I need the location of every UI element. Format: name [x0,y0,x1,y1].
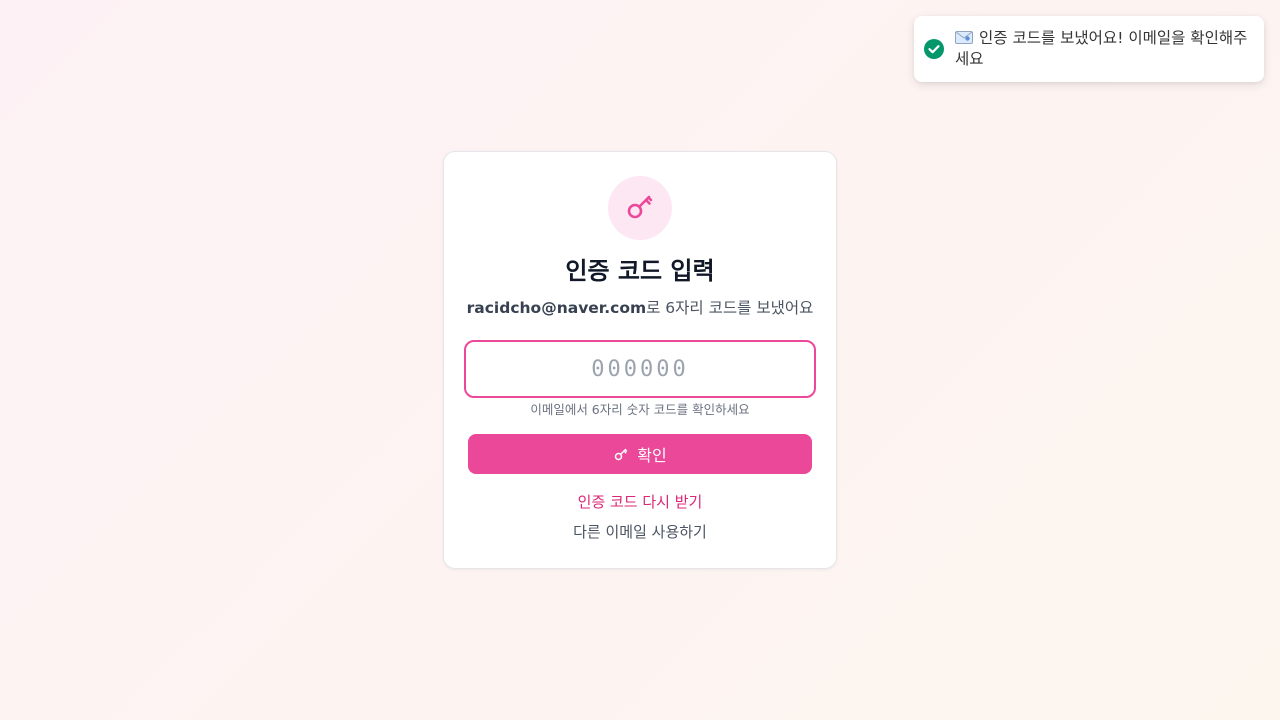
confirm-button[interactable]: 확인 [468,434,812,474]
page-title: 인증 코드 입력 [565,257,715,285]
toast-message: 인증 코드를 보냈어요! 이메일을 확인해주세요 [955,29,1248,68]
recipient-email: racidcho@naver.com [466,299,647,317]
use-different-email-link[interactable]: 다른 이메일 사용하기 [444,521,836,543]
code-hint: 이메일에서 6자리 숫자 코드를 확인하세요 [530,402,750,417]
check-circle-icon [924,39,944,59]
resend-code-link[interactable]: 인증 코드 다시 받기 [444,491,836,513]
subtitle: racidcho@naver.com로 6자리 코드를 보냈어요 [444,296,836,320]
envelope-icon [955,29,973,44]
verification-card: 인증 코드 입력 racidcho@naver.com로 6자리 코드를 보냈어… [443,151,837,569]
subtitle-text: 로 6자리 코드를 보냈어요 [646,299,814,317]
verification-code-input[interactable] [464,340,816,398]
toast-message-container: 인증 코드를 보냈어요! 이메일을 확인해주세요 [955,28,1250,70]
key-icon [613,446,629,462]
confirm-button-label: 확인 [637,446,667,465]
key-icon-badge [608,176,672,240]
toast-notification: 인증 코드를 보냈어요! 이메일을 확인해주세요 [914,16,1264,82]
key-icon [624,190,656,226]
